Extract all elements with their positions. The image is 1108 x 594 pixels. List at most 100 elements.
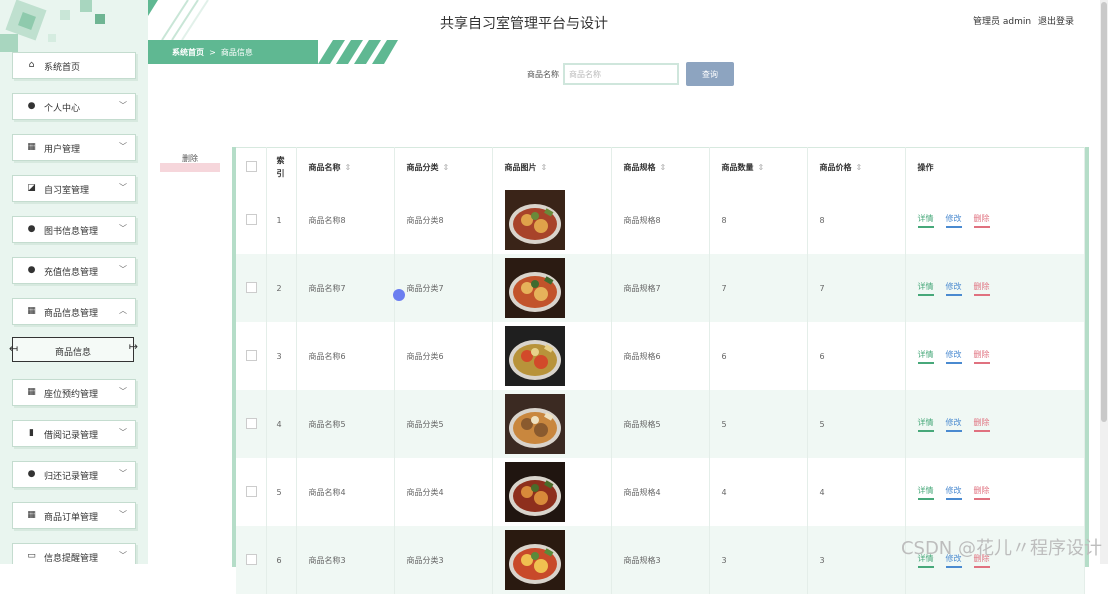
delete-button[interactable]: 删除 [973,485,990,500]
search-button[interactable]: 查询 [686,62,734,86]
cell-category: 商品分类5 [394,390,493,458]
cell-spec: 商品规格3 [611,526,710,594]
sidebar-subitem-product-info[interactable]: ↤ 商品信息 ↦ [9,337,138,362]
chevron-down-icon[interactable]: ﹀ [119,182,127,193]
cell-image [492,458,612,526]
cell-name: 商品名称8 [296,186,395,254]
header-qty[interactable]: 商品数量 ⇕ [709,147,808,186]
header-price[interactable]: 商品价格 ⇕ [807,147,906,186]
admin-user-label: 管理员 admin [973,17,1032,27]
batch-delete-button[interactable]: 删除 [160,153,220,172]
chevron-down-icon[interactable]: ﹀ [119,468,127,479]
delete-button[interactable]: 删除 [973,349,990,364]
chevron-down-icon[interactable]: ﹀ [119,223,127,234]
cell-ops: 详情 修改 删除 [905,254,1085,322]
chart-icon: ◪ [27,183,36,193]
cell-image [492,390,612,458]
page-scrollbar[interactable] [1100,0,1108,564]
breadcrumb-current: 商品信息 [220,48,253,57]
product-image [504,190,565,250]
product-image [504,394,565,454]
sidebar-item-label: 充值信息管理 [44,268,99,278]
cell-index: 3 [266,322,297,390]
sort-icon[interactable]: ⇕ [345,163,352,172]
cell-qty: 8 [709,186,808,254]
sidebar-item-label: 图书信息管理 [44,227,99,237]
chevron-down-icon[interactable]: ﹀ [119,100,127,111]
breadcrumb-home[interactable]: 系统首页 [172,48,204,57]
sidebar-item-6[interactable]: ▦ 商品信息管理 ︿ [12,298,136,325]
cell-price: 7 [807,254,906,322]
sidebar-item-7[interactable]: ▦ 座位预约管理 ﹀ [12,379,136,406]
delete-button[interactable]: 删除 [973,213,990,228]
row-checkbox[interactable] [246,485,257,497]
sidebar-item-3[interactable]: ◪ 自习室管理 ﹀ [12,175,136,202]
cell-name: 商品名称7 [296,254,395,322]
chevron-down-icon[interactable]: ﹀ [119,509,127,520]
breadcrumb-text: 系统首页 > 商品信息 [172,47,253,58]
header-name[interactable]: 商品名称 ⇕ [296,147,395,186]
header-spec-label: 商品规格 [623,162,656,172]
edit-button[interactable]: 修改 [945,281,962,296]
row-checkbox[interactable] [246,213,257,225]
detail-button[interactable]: 详情 [917,281,934,296]
sort-icon[interactable]: ⇕ [660,163,667,172]
search-input[interactable] [563,63,679,85]
sort-icon[interactable]: ⇕ [758,163,765,172]
header-image[interactable]: 商品图片 ⇕ [492,147,612,186]
chevron-down-icon[interactable]: ﹀ [119,264,127,275]
sort-icon[interactable]: ⇕ [541,163,548,172]
cell-qty: 6 [709,322,808,390]
cell-ops: 详情 修改 删除 [905,322,1085,390]
edit-button[interactable]: 修改 [945,417,962,432]
sidebar-item-1[interactable]: ● 个人中心 ﹀ [12,93,136,120]
sidebar-item-2[interactable]: ▦ 用户管理 ﹀ [12,134,136,161]
scrollbar-thumb[interactable] [1101,2,1107,422]
sort-icon[interactable]: ⇕ [443,163,450,172]
row-checkbox[interactable] [246,553,257,565]
cell-price: 6 [807,322,906,390]
sidebar-item-11[interactable]: ▭ 信息提醒管理 ﹀ [12,543,136,564]
chevron-down-icon[interactable]: ﹀ [119,386,127,397]
sort-icon[interactable]: ⇕ [856,163,863,172]
batch-delete-label: 删除 [182,154,198,163]
sidebar-item-10[interactable]: ▦ 商品订单管理 ﹀ [12,502,136,529]
sidebar-subitem-label: 商品信息 [54,348,91,358]
pin-icon: ● [27,469,36,479]
detail-button[interactable]: 详情 [917,349,934,364]
delete-button[interactable]: 删除 [973,417,990,432]
mouse-cursor [393,289,405,301]
sidebar-item-0[interactable]: ⌂ 系统首页 [12,52,136,79]
logout-link[interactable]: 退出登录 [1038,17,1074,27]
chevron-down-icon[interactable]: ﹀ [119,141,127,152]
cell-price: 3 [807,526,906,594]
detail-button[interactable]: 详情 [917,417,934,432]
header-qty-label: 商品数量 [721,162,754,172]
sidebar-item-5[interactable]: ● 充值信息管理 ﹀ [12,257,136,284]
edit-button[interactable]: 修改 [945,349,962,364]
delete-button[interactable]: 删除 [973,281,990,296]
edit-button[interactable]: 修改 [945,213,962,228]
header-spec[interactable]: 商品规格 ⇕ [611,147,710,186]
row-checkbox[interactable] [246,281,257,293]
edit-button[interactable]: 修改 [945,485,962,500]
sidebar-item-9[interactable]: ● 归还记录管理 ﹀ [12,461,136,488]
detail-button[interactable]: 详情 [917,213,934,228]
product-image [504,530,565,590]
chevron-down-icon[interactable]: ﹀ [119,550,127,561]
row-checkbox[interactable] [246,417,257,429]
chevron-up-icon[interactable]: ︿ [119,305,127,316]
detail-button[interactable]: 详情 [917,485,934,500]
row-checkbox[interactable] [246,349,257,361]
sidebar-item-4[interactable]: ● 图书信息管理 ﹀ [12,216,136,243]
header-category[interactable]: 商品分类 ⇕ [394,147,493,186]
header-name-label: 商品名称 [308,162,341,172]
sidebar-item-label: 商品信息管理 [44,309,99,319]
search-label: 商品名称 [527,70,559,79]
cell-price: 8 [807,186,906,254]
cell-index: 6 [266,526,297,594]
select-all-checkbox[interactable] [246,160,257,172]
chevron-down-icon[interactable]: ﹀ [119,427,127,438]
cell-category: 商品分类4 [394,458,493,526]
sidebar-item-8[interactable]: ▮ 借阅记录管理 ﹀ [12,420,136,447]
